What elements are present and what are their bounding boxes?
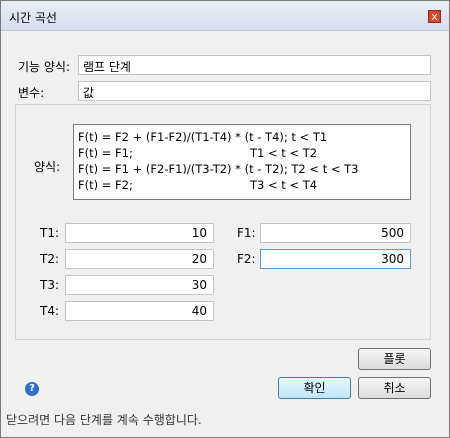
close-icon[interactable]: x <box>428 10 441 23</box>
f2-label: F2: <box>237 252 256 266</box>
t3-input[interactable]: 30 <box>65 275 214 295</box>
t2-label: T2: <box>40 252 60 266</box>
window-title: 시간 곡선 <box>9 11 57 25</box>
t3-label: T3: <box>40 278 60 292</box>
formula-label: 양식: <box>34 160 61 174</box>
t1-input[interactable]: 10 <box>65 223 214 243</box>
f2-input[interactable]: 300 <box>260 249 411 269</box>
status-text: 닫으려면 다음 단계를 계속 수행합니다. <box>6 413 202 427</box>
t4-input[interactable]: 40 <box>65 301 214 321</box>
formula-line: F(t) = F2 + (F1-F2)/(T1-T4) * (t - T4); … <box>78 129 406 145</box>
function-field[interactable]: 램프 단계 <box>78 55 431 75</box>
formula-expr: F(t) = F2 + (F1-F2)/(T1-T4) * (t - T4); … <box>78 130 328 144</box>
formula-expr: F(t) = F1 + (F2-F1)/(T3-T2) * (t - T2); … <box>78 162 359 176</box>
t1-label: T1: <box>40 226 60 240</box>
formula-box: F(t) = F2 + (F1-F2)/(T1-T4) * (t - T4); … <box>73 124 411 200</box>
formula-line: F(t) = F2; T3 < t < T4 <box>78 177 406 193</box>
title-bar: 시간 곡선 x <box>1 1 449 31</box>
variable-label: 변수: <box>18 86 45 100</box>
f1-label: F1: <box>237 226 256 240</box>
formula-line: F(t) = F1 + (F2-F1)/(T3-T2) * (t - T2); … <box>78 161 406 177</box>
question-icon[interactable]: ? <box>25 382 39 396</box>
formula-line: F(t) = F1; T1 < t < T2 <box>78 145 406 161</box>
plot-button[interactable]: 플롯 <box>358 348 431 370</box>
f1-input[interactable]: 500 <box>260 223 411 243</box>
t4-label: T4: <box>40 304 60 318</box>
function-label: 기능 양식: <box>18 60 71 74</box>
t2-input[interactable]: 20 <box>65 249 214 269</box>
ok-button[interactable]: 확인 <box>278 377 351 399</box>
variable-field[interactable]: 값 <box>78 81 431 101</box>
formula-cond: T3 < t < T4 <box>250 178 318 192</box>
formula-expr: F(t) = F2; <box>78 178 133 192</box>
formula-expr: F(t) = F1; <box>78 146 133 160</box>
cancel-button[interactable]: 취소 <box>358 377 431 399</box>
formula-cond: T1 < t < T2 <box>250 146 318 160</box>
